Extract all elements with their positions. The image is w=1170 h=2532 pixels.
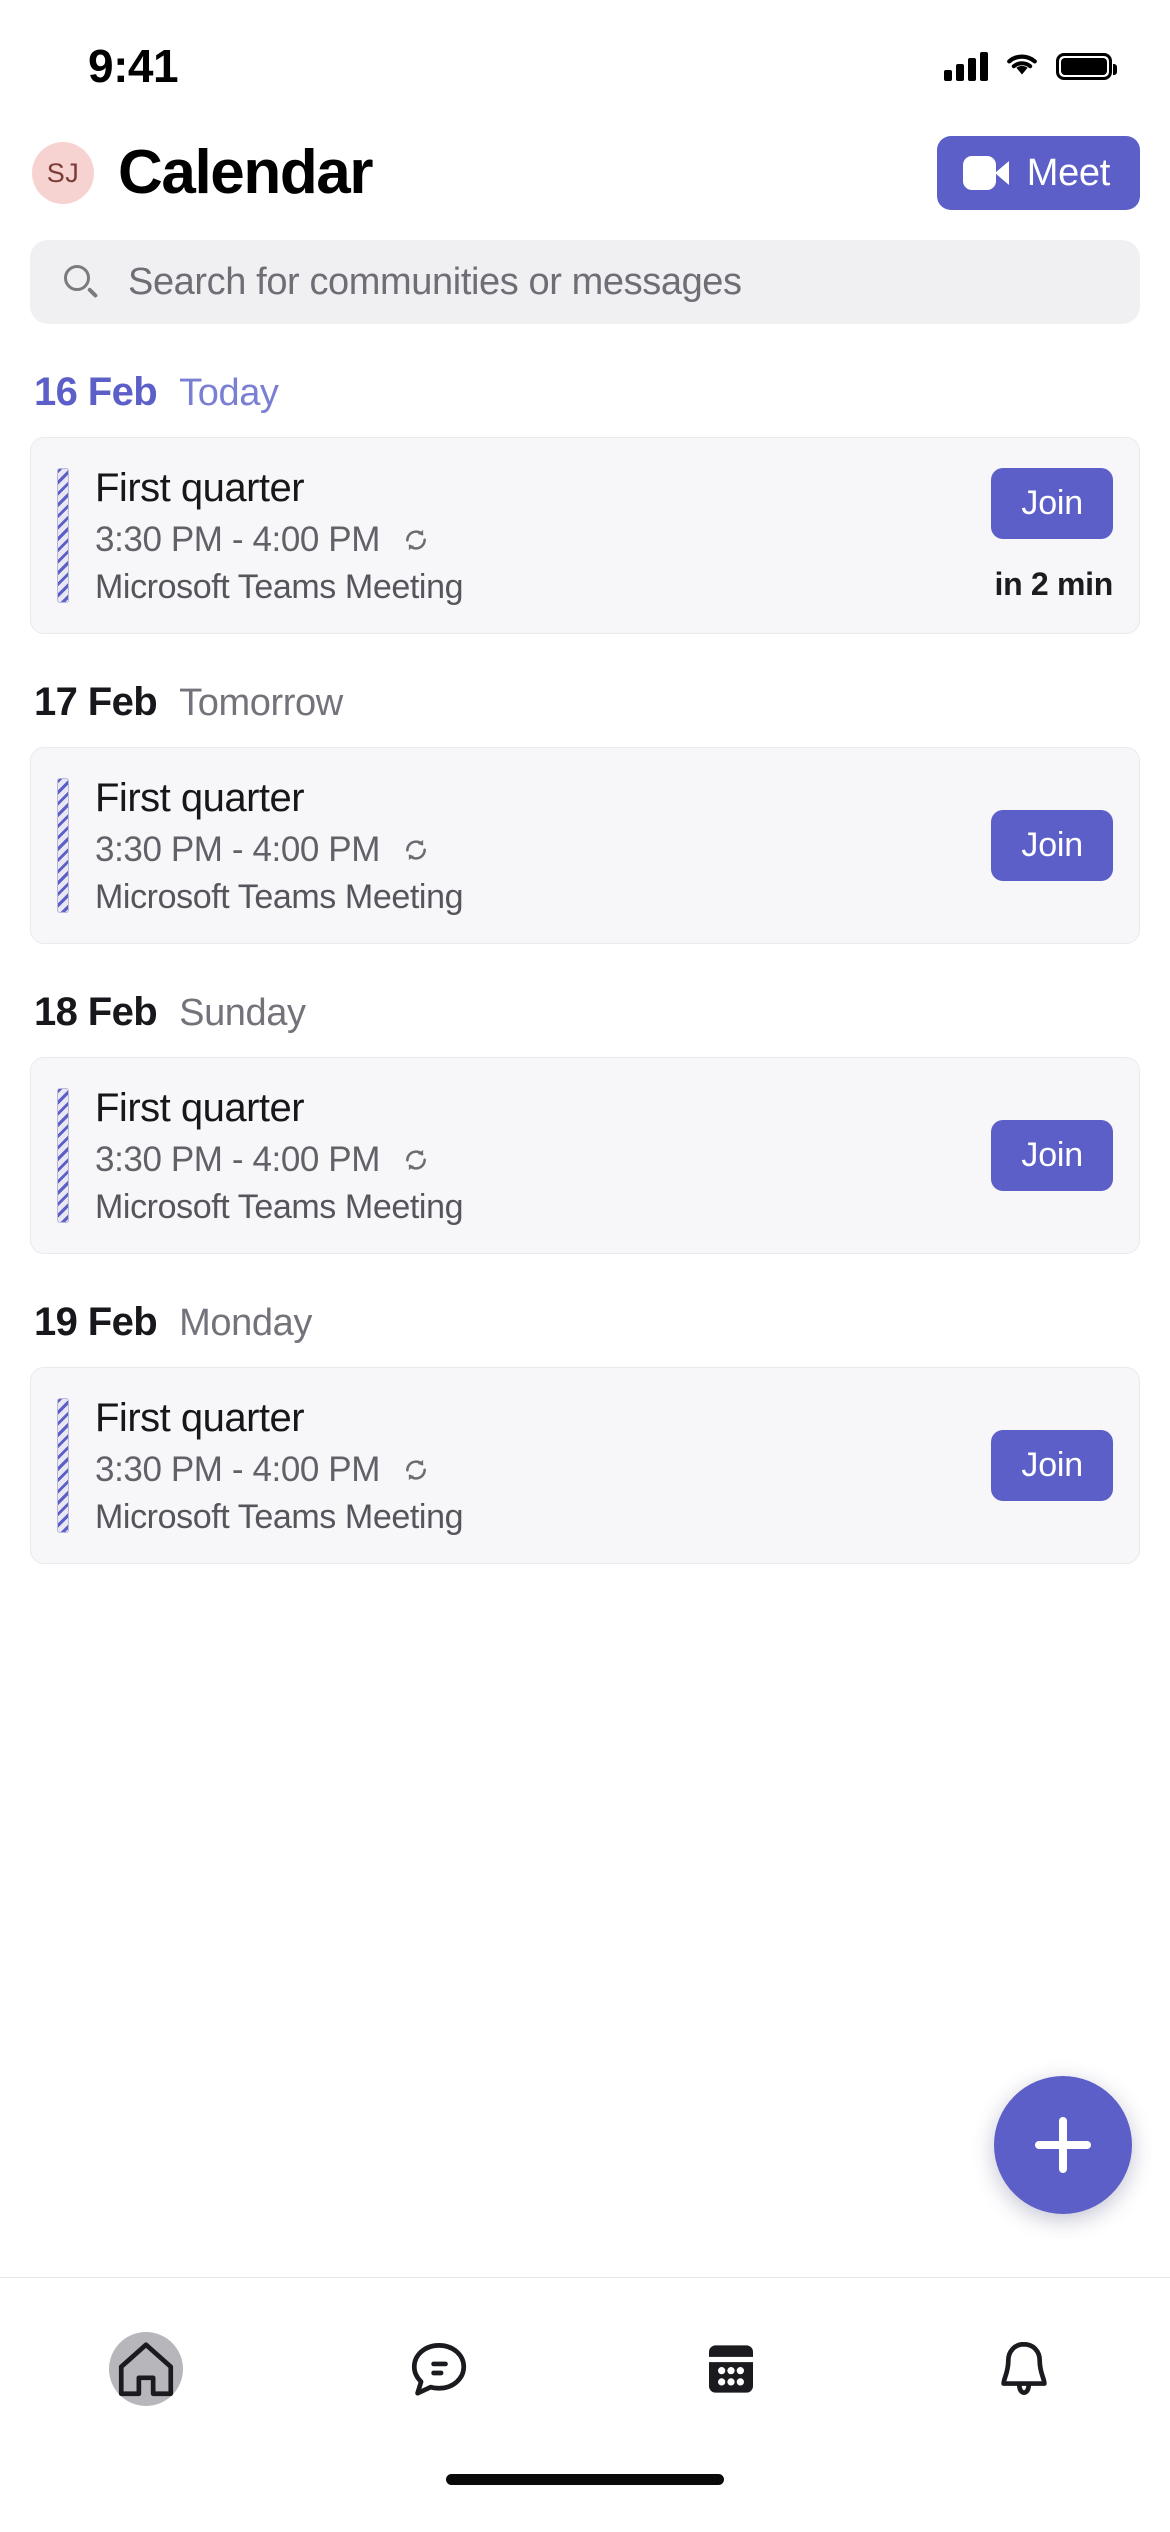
repeat-icon [400,524,432,556]
join-button[interactable]: Join [991,1430,1113,1501]
meet-button[interactable]: Meet [936,136,1140,210]
battery-icon [1056,52,1117,80]
nav-item-notifications[interactable] [878,2278,1170,2460]
status-bar: 9:41 [0,0,1170,118]
meet-button-label: Meet [1026,151,1111,194]
home-indicator [0,2460,1170,2532]
event-title: First quarter [95,1086,305,1130]
join-button[interactable]: Join [991,810,1113,881]
agenda-date-relative: Sunday [179,992,306,1034]
search-placeholder: Search for communities or messages [128,260,742,303]
event-title: First quarter [95,466,305,510]
repeat-icon [400,1454,432,1486]
event-time: 3:30 PM - 4:00 PM [95,830,380,869]
event-subtitle: Microsoft Teams Meeting [95,878,464,916]
event-time: 3:30 PM - 4:00 PM [95,520,380,559]
event-time-row: 3:30 PM - 4:00 PM [95,520,977,560]
event-time: 3:30 PM - 4:00 PM [95,1450,380,1489]
agenda-date-header: 16 Feb Today [30,324,1140,437]
page-title: Calendar [118,138,374,207]
agenda-date-relative: Monday [179,1302,312,1344]
event-accent-stripe [57,778,69,913]
search-icon [64,265,99,299]
event-eta: in 2 min [994,566,1113,602]
event-card[interactable]: First quarter 3:30 PM - 4:00 PM Microsoft … [30,1367,1140,1564]
home-icon [119,2342,174,2397]
chat-icon [411,2343,466,2396]
event-details: First quarter 3:30 PM - 4:00 PM Microsoft … [95,464,977,607]
status-indicators [944,37,1117,81]
event-details: First quarter 3:30 PM - 4:00 PM Microsoft … [95,1084,977,1227]
nav-item-chat[interactable] [293,2278,586,2460]
event-time-row: 3:30 PM - 4:00 PM [95,1140,977,1180]
repeat-icon [400,834,432,866]
event-card[interactable]: First quarter 3:30 PM - 4:00 PM Microsoft … [30,747,1140,944]
search-input[interactable]: Search for communities or messages [30,240,1140,324]
agenda-date-header: 20 FebTuesday [30,1564,1140,1584]
event-accent-stripe [57,468,69,603]
event-title: First quarter [95,776,305,820]
agenda-date: 17 Feb [34,680,158,724]
create-event-fab[interactable] [994,2076,1132,2214]
event-subtitle: Microsoft Teams Meeting [95,1498,464,1536]
nav-item-home[interactable] [0,2278,293,2460]
event-time-row: 3:30 PM - 4:00 PM [95,830,977,870]
event-subtitle: Microsoft Teams Meeting [95,1188,464,1226]
event-actions: Join [977,1084,1113,1227]
event-subtitle: Microsoft Teams Meeting [95,568,464,606]
bottom-navigation [0,2277,1170,2532]
agenda-date-header: 19 Feb Monday [30,1254,1140,1367]
event-actions: Join in 2 min [977,464,1113,607]
event-title: First quarter [95,1396,305,1440]
bell-icon [1001,2341,1047,2395]
calendar-icon [709,2345,754,2393]
event-accent-stripe [57,1398,69,1533]
event-accent-stripe [57,1088,69,1223]
event-time-row: 3:30 PM - 4:00 PM [95,1450,977,1490]
status-time: 9:41 [88,40,179,92]
event-actions: Join [977,774,1113,917]
event-time: 3:30 PM - 4:00 PM [95,1140,380,1179]
wifi-icon [1007,54,1037,75]
join-button[interactable]: Join [991,1120,1113,1191]
agenda-date-header: 17 Feb Tomorrow [30,634,1140,747]
app-header: SJ Calendar Meet [0,118,1170,228]
avatar-initials: SJ [46,157,80,188]
nav-item-calendar[interactable] [585,2278,878,2460]
cellular-signal-icon [944,51,988,81]
event-card[interactable]: First quarter 3:30 PM - 4:00 PM Microsoft … [30,437,1140,634]
avatar[interactable]: SJ [32,142,94,204]
event-details: First quarter 3:30 PM - 4:00 PM Microsoft … [95,1394,977,1537]
agenda-date-relative: Tomorrow [179,682,343,724]
video-camera-icon [962,156,1009,190]
event-actions: Join [977,1394,1113,1537]
agenda-date-relative: Today [179,372,279,414]
agenda-scroll-area[interactable]: 16 Feb Today First quarter 3:30 PM - 4:00 P… [0,324,1170,1584]
agenda-list: 16 Feb Today First quarter 3:30 PM - 4:00 P… [0,324,1170,1584]
event-card[interactable]: First quarter 3:30 PM - 4:00 PM Microsoft … [30,1057,1140,1254]
agenda-date: 16 Feb [34,370,158,414]
event-details: First quarter 3:30 PM - 4:00 PM Microsoft … [95,774,977,917]
agenda-date: 18 Feb [34,990,158,1034]
agenda-date: 19 Feb [34,1300,158,1344]
agenda-date-header: 18 Feb Sunday [30,944,1140,1057]
plus-icon [1035,2117,1091,2173]
join-button[interactable]: Join [991,468,1113,539]
repeat-icon [400,1144,432,1176]
search-bar-container: Search for communities or messages [0,228,1170,324]
